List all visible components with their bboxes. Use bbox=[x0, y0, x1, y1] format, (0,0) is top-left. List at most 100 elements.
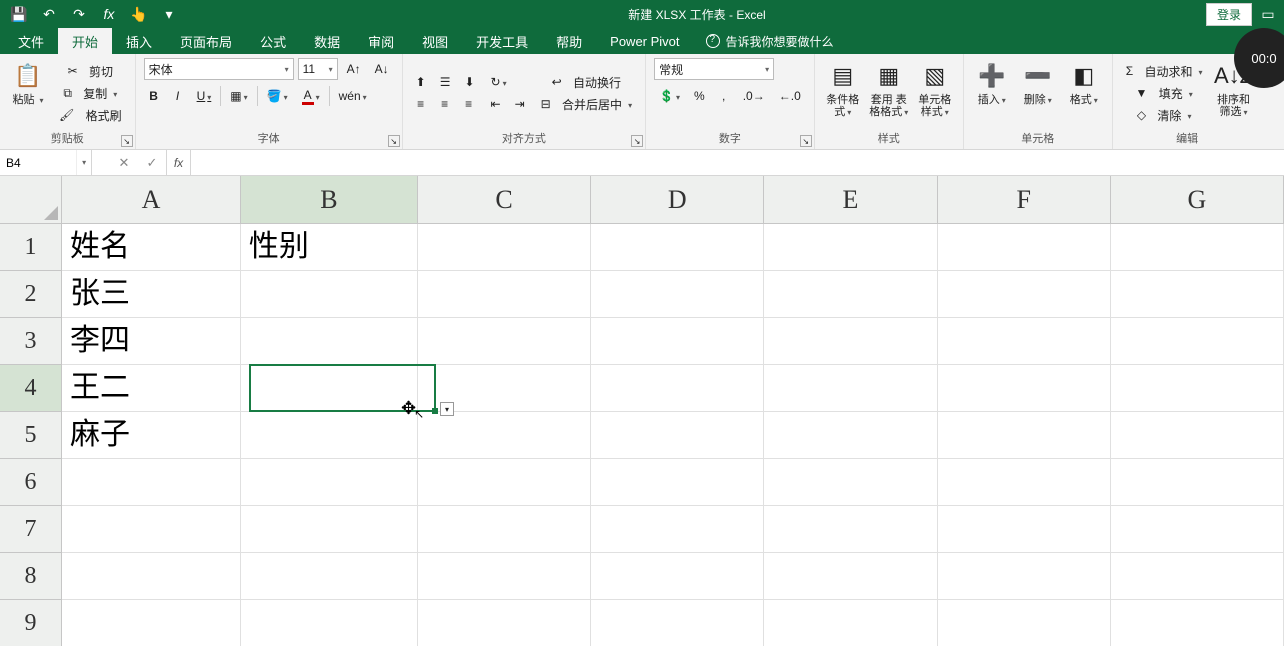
italic-button[interactable]: I bbox=[168, 86, 188, 106]
tab-power-pivot[interactable]: Power Pivot bbox=[596, 28, 693, 54]
underline-button[interactable]: U bbox=[192, 86, 217, 106]
cell-A1[interactable]: 姓名 bbox=[62, 224, 241, 271]
ribbon-display-icon[interactable]: ▭ bbox=[1258, 4, 1278, 24]
confirm-edit-button[interactable]: ✓ bbox=[138, 150, 166, 175]
row-header-5[interactable]: 5 bbox=[0, 412, 61, 459]
merge-center-button[interactable]: ⊟ 合并后居中 bbox=[536, 94, 637, 114]
conditional-format-button[interactable]: ▤条件格式 bbox=[823, 58, 863, 128]
phonetic-button[interactable]: wén bbox=[334, 86, 372, 106]
cell-G7[interactable] bbox=[1111, 506, 1284, 553]
cell-G1[interactable] bbox=[1111, 224, 1284, 271]
cell-G8[interactable] bbox=[1111, 553, 1284, 600]
cell-C2[interactable] bbox=[418, 271, 591, 318]
cell-styles-button[interactable]: ▧单元格样式 bbox=[915, 58, 955, 128]
cell-F8[interactable] bbox=[938, 553, 1111, 600]
format-cells-button[interactable]: ◧格式 bbox=[1064, 58, 1104, 128]
font-name-combo[interactable]: 宋体▾ bbox=[144, 58, 294, 80]
row-header-3[interactable]: 3 bbox=[0, 318, 61, 365]
increase-decimal-button[interactable]: .0→ bbox=[738, 86, 770, 106]
percent-format-button[interactable]: % bbox=[689, 86, 710, 106]
align-top-button[interactable]: ⬆ bbox=[411, 72, 431, 92]
name-box-input[interactable] bbox=[0, 150, 76, 175]
cell-A5[interactable]: 麻子 bbox=[62, 412, 241, 459]
insert-function-icon[interactable]: fx bbox=[100, 5, 118, 23]
comma-format-button[interactable]: , bbox=[714, 86, 734, 106]
row-header-4[interactable]: 4 bbox=[0, 365, 61, 412]
increase-font-button[interactable]: A↑ bbox=[342, 59, 366, 79]
borders-button[interactable]: ▦ bbox=[225, 86, 252, 106]
autosum-button[interactable]: Σ 自动求和 bbox=[1121, 61, 1208, 81]
select-all-corner[interactable] bbox=[0, 176, 62, 224]
fill-color-button[interactable]: 🪣 bbox=[262, 86, 293, 106]
align-center-button[interactable]: ≡ bbox=[435, 94, 455, 114]
cell-B7[interactable] bbox=[241, 506, 418, 553]
cell-C1[interactable] bbox=[418, 224, 591, 271]
cell-A2[interactable]: 张三 bbox=[62, 271, 241, 318]
cell-F4[interactable] bbox=[938, 365, 1111, 412]
formula-input[interactable] bbox=[191, 150, 1284, 175]
cell-A4[interactable]: 王二 bbox=[62, 365, 241, 412]
tab-insert[interactable]: 插入 bbox=[112, 28, 166, 54]
tab-help[interactable]: 帮助 bbox=[542, 28, 596, 54]
cell-B6[interactable] bbox=[241, 459, 418, 506]
cell-E1[interactable] bbox=[764, 224, 937, 271]
cell-D3[interactable] bbox=[591, 318, 764, 365]
column-header-E[interactable]: E bbox=[764, 176, 937, 223]
accounting-format-button[interactable]: 💲 bbox=[654, 86, 685, 106]
cell-B8[interactable] bbox=[241, 553, 418, 600]
cell-E4[interactable] bbox=[764, 365, 937, 412]
row-header-2[interactable]: 2 bbox=[0, 271, 61, 318]
cut-button[interactable]: ✂ 剪切 bbox=[54, 61, 127, 81]
cell-B1[interactable]: 性别 bbox=[241, 224, 418, 271]
cell-D9[interactable] bbox=[591, 600, 764, 646]
login-button[interactable]: 登录 bbox=[1206, 3, 1252, 26]
fx-icon[interactable]: fx bbox=[167, 150, 191, 175]
autofill-options-button[interactable]: ▾ bbox=[440, 402, 454, 416]
font-size-combo[interactable]: 11▾ bbox=[298, 58, 338, 80]
increase-indent-button[interactable]: ⇥ bbox=[510, 94, 530, 114]
paste-button[interactable]: 📋 粘贴 bbox=[8, 58, 48, 128]
row-header-6[interactable]: 6 bbox=[0, 459, 61, 506]
tell-me-search[interactable]: 告诉我你想要做什么 bbox=[694, 28, 846, 54]
align-bottom-button[interactable]: ⬇ bbox=[459, 72, 479, 92]
wrap-text-button[interactable]: ↩ 自动换行 bbox=[536, 72, 637, 92]
font-dialog-launcher[interactable]: ↘ bbox=[388, 135, 400, 147]
cell-F6[interactable] bbox=[938, 459, 1111, 506]
name-box-dropdown[interactable]: ▾ bbox=[76, 150, 91, 175]
cell-D1[interactable] bbox=[591, 224, 764, 271]
format-as-table-button[interactable]: ▦套用 表格格式 bbox=[869, 58, 909, 128]
row-header-7[interactable]: 7 bbox=[0, 506, 61, 553]
align-left-button[interactable]: ≡ bbox=[411, 94, 431, 114]
tab-view[interactable]: 视图 bbox=[408, 28, 462, 54]
cell-B5[interactable] bbox=[241, 412, 418, 459]
cell-A6[interactable] bbox=[62, 459, 241, 506]
cell-E2[interactable] bbox=[764, 271, 937, 318]
cell-G9[interactable] bbox=[1111, 600, 1284, 646]
cell-D6[interactable] bbox=[591, 459, 764, 506]
cell-G4[interactable] bbox=[1111, 365, 1284, 412]
insert-cells-button[interactable]: ➕插入 bbox=[972, 58, 1012, 128]
orientation-button[interactable]: ↻ bbox=[486, 72, 512, 92]
cell-B3[interactable] bbox=[241, 318, 418, 365]
clipboard-dialog-launcher[interactable]: ↘ bbox=[121, 135, 133, 147]
cell-G5[interactable] bbox=[1111, 412, 1284, 459]
cell-B4[interactable] bbox=[241, 365, 418, 412]
save-icon[interactable]: 💾 bbox=[10, 5, 28, 23]
cell-C7[interactable] bbox=[418, 506, 591, 553]
redo-icon[interactable]: ↷ bbox=[70, 5, 88, 23]
cell-A3[interactable]: 李四 bbox=[62, 318, 241, 365]
tab-file[interactable]: 文件 bbox=[4, 28, 58, 54]
align-right-button[interactable]: ≡ bbox=[459, 94, 479, 114]
cell-A9[interactable] bbox=[62, 600, 241, 646]
cell-B2[interactable] bbox=[241, 271, 418, 318]
cell-F9[interactable] bbox=[938, 600, 1111, 646]
bold-button[interactable]: B bbox=[144, 86, 164, 106]
tab-developer[interactable]: 开发工具 bbox=[462, 28, 542, 54]
cell-G3[interactable] bbox=[1111, 318, 1284, 365]
decrease-font-button[interactable]: A↓ bbox=[370, 59, 394, 79]
tab-review[interactable]: 审阅 bbox=[354, 28, 408, 54]
cell-G6[interactable] bbox=[1111, 459, 1284, 506]
cell-D5[interactable] bbox=[591, 412, 764, 459]
row-header-1[interactable]: 1 bbox=[0, 224, 61, 271]
cells-area[interactable]: 姓名性别张三李四王二麻子 bbox=[62, 224, 1284, 646]
